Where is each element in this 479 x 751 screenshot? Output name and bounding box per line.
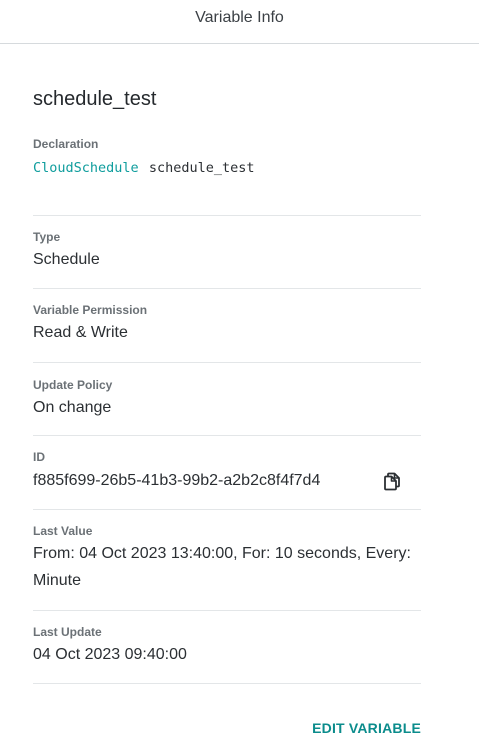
id-field: ID f885f699-26b5-41b3-99b2-a2b2c8f4f7d4	[33, 436, 421, 510]
declaration-variable-name: schedule_test	[148, 160, 255, 176]
update-policy-label: Update Policy	[33, 378, 113, 392]
variable-name: schedule_test	[33, 88, 157, 110]
id-value: f885f699-26b5-41b3-99b2-a2b2c8f4f7d4	[33, 472, 321, 489]
panel-title: Variable Info	[195, 8, 284, 26]
copy-id-button[interactable]	[381, 470, 403, 492]
variable-info-content: schedule_test Declaration CloudSchedule …	[33, 44, 421, 736]
panel-header: Variable Info	[0, 0, 479, 44]
permission-field: Variable Permission Read & Write	[33, 289, 421, 363]
edit-variable-button[interactable]: EDIT VARIABLE	[312, 720, 421, 736]
declaration-field: Declaration CloudSchedule schedule_test	[33, 136, 421, 216]
update-policy-field: Update Policy On change	[33, 363, 421, 436]
id-label: ID	[33, 450, 45, 464]
permission-label: Variable Permission	[33, 303, 148, 317]
declaration-value: CloudSchedule schedule_test	[33, 158, 421, 178]
copy-icon[interactable]	[382, 471, 402, 491]
actions-bar: EDIT VARIABLE	[33, 720, 421, 736]
declaration-type: CloudSchedule	[33, 160, 139, 176]
update-policy-value: On change	[33, 399, 112, 416]
last-update-field: Last Update 04 Oct 2023 09:40:00	[33, 611, 421, 684]
last-update-label: Last Update	[33, 625, 102, 639]
last-value-field: Last Value From: 04 Oct 2023 13:40:00, F…	[33, 510, 421, 611]
type-label: Type	[33, 230, 61, 244]
last-value-label: Last Value	[33, 524, 93, 538]
type-field: Type Schedule	[33, 216, 421, 289]
declaration-label: Declaration	[33, 137, 99, 151]
type-value: Schedule	[33, 251, 100, 268]
id-row: f885f699-26b5-41b3-99b2-a2b2c8f4f7d4	[33, 470, 421, 492]
last-value-value: From: 04 Oct 2023 13:40:00, For: 10 seco…	[33, 545, 411, 589]
last-update-value: 04 Oct 2023 09:40:00	[33, 646, 187, 663]
permission-value: Read & Write	[33, 324, 128, 341]
